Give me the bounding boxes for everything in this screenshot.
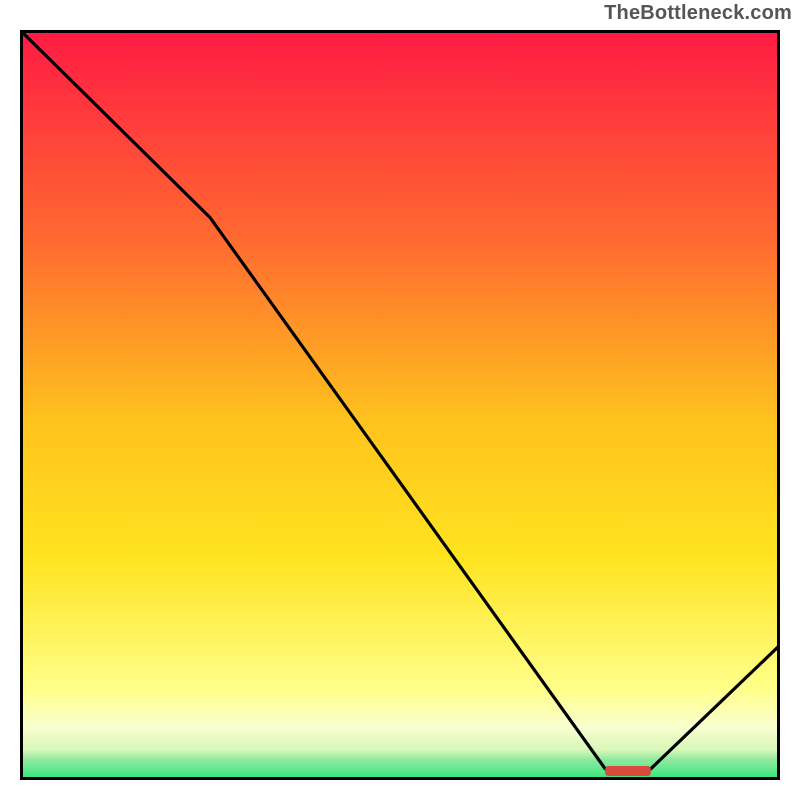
- watermark-text: TheBottleneck.com: [604, 2, 792, 25]
- chart-container: [20, 30, 780, 780]
- optimal-range-marker: [605, 766, 651, 776]
- bottleneck-chart: [20, 30, 780, 780]
